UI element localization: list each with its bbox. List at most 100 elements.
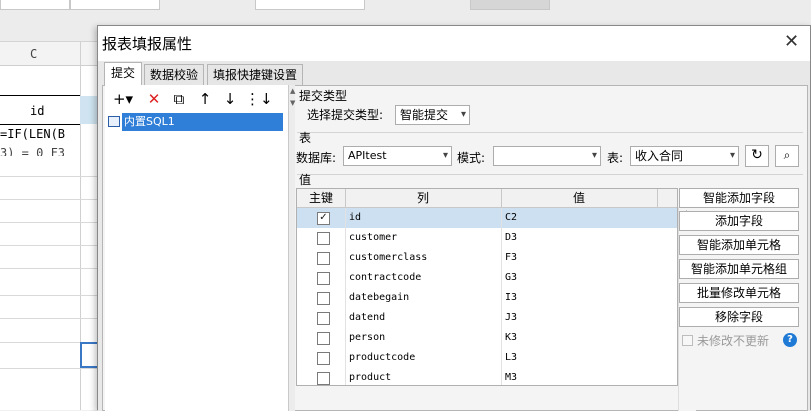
fill-properties-dialog: 报表填报属性 ✕ 提交 数据校验 填报快捷键设置 +▾ ✕ ⧉ ↑ ↓ ⋮↓ 内… <box>97 25 811 411</box>
id-cell[interactable]: id <box>0 95 80 125</box>
background-top-control <box>470 0 550 10</box>
column-cell[interactable]: contractcode <box>349 268 421 288</box>
column-cell[interactable]: customerclass <box>349 248 427 268</box>
sql-item-icon <box>108 116 120 127</box>
chevron-down-icon: ▾ <box>591 150 597 161</box>
dialog-title: 报表填报属性 <box>102 35 193 53</box>
tab-data-validation[interactable]: 数据校验 <box>144 64 204 86</box>
tab-submit[interactable]: 提交 <box>104 62 142 86</box>
primary-key-checkbox[interactable] <box>317 372 330 385</box>
close-icon[interactable]: ✕ <box>784 31 799 52</box>
refresh-icon[interactable]: ↻ <box>745 145 769 167</box>
unchanged-no-update-checkbox[interactable] <box>682 335 693 346</box>
mode-select[interactable]: ▾ <box>493 146 601 166</box>
table-row[interactable]: datend J3 <box>297 308 677 328</box>
search-table-icon[interactable]: ⌕ <box>775 145 799 167</box>
table-row[interactable]: product M3 <box>297 368 677 385</box>
column-cell[interactable]: product <box>349 368 391 385</box>
grid-line <box>0 176 100 177</box>
field-mapping-table: 主键 列 值 ✓ id C2 customer D3 customerclass… <box>296 188 678 386</box>
table-row[interactable]: person K3 <box>297 328 677 348</box>
value-cell[interactable]: K3 <box>505 328 517 348</box>
grid-line <box>0 368 100 369</box>
formula-cell-overflow: 3) = 0 F3 <box>0 146 66 156</box>
value-cell[interactable]: F3 <box>505 248 517 268</box>
move-up-icon[interactable]: ↑ <box>195 89 215 109</box>
value-cell[interactable]: D3 <box>505 228 517 248</box>
add-icon[interactable]: +▾ <box>111 89 135 109</box>
divider <box>297 132 803 133</box>
submit-type-section-label: 提交类型 <box>299 89 348 103</box>
primary-key-checkbox[interactable] <box>317 252 330 265</box>
table-section-label: 表 <box>299 131 312 145</box>
add-field-button[interactable]: 添加字段 <box>679 211 799 231</box>
background-top-control <box>255 0 365 10</box>
smart-add-cell-button[interactable]: 智能添加单元格 <box>679 235 799 255</box>
table-row[interactable]: productcode L3 <box>297 348 677 368</box>
divider <box>297 174 803 175</box>
table-row[interactable]: customer D3 <box>297 228 677 248</box>
background-top-control <box>0 0 70 10</box>
column-cell[interactable]: person <box>349 328 385 348</box>
column-header[interactable]: C <box>0 42 100 66</box>
grid-line <box>0 318 100 319</box>
mode-label: 模式: <box>457 151 486 165</box>
value-cell[interactable]: G3 <box>505 268 517 288</box>
smart-add-cell-group-button[interactable]: 智能添加单元格组 <box>679 259 799 279</box>
value-cell[interactable]: C2 <box>505 208 517 228</box>
primary-key-checkbox[interactable] <box>317 352 330 365</box>
primary-key-checkbox[interactable] <box>317 292 330 305</box>
submit-type-select[interactable]: 智能提交 ▾ <box>395 105 470 125</box>
primary-key-checkbox[interactable] <box>317 332 330 345</box>
column-cell[interactable]: datend <box>349 308 385 328</box>
table-label: 表: <box>607 151 624 165</box>
grid-line <box>0 199 100 200</box>
table-header: 主键 列 值 <box>297 189 677 208</box>
value-cell[interactable]: I3 <box>505 288 517 308</box>
delete-icon[interactable]: ✕ <box>143 89 165 109</box>
background-top-control <box>70 0 160 10</box>
grid-line <box>0 245 100 246</box>
move-bottom-icon[interactable]: ⋮↓ <box>245 89 273 109</box>
tab-shortcut-settings[interactable]: 填报快捷键设置 <box>207 64 303 86</box>
table-row[interactable]: customerclass F3 <box>297 248 677 268</box>
value-cell[interactable]: J3 <box>505 308 517 328</box>
grid-line <box>0 222 100 223</box>
column-cell[interactable]: productcode <box>349 348 415 368</box>
column-cell[interactable]: customer <box>349 228 397 248</box>
primary-key-checkbox[interactable] <box>317 232 330 245</box>
formula-cell[interactable]: =IF(LEN(B <box>0 127 80 141</box>
database-select[interactable]: APItest ▾ <box>343 146 452 166</box>
chevron-down-icon: ▾ <box>729 150 735 161</box>
column-header-value[interactable]: 值 <box>501 189 658 207</box>
grid-line <box>0 268 100 269</box>
unchanged-no-update-label: 未修改不更新 <box>697 334 770 348</box>
primary-key-checkbox[interactable] <box>317 312 330 325</box>
table-select[interactable]: 收入合同 ▾ <box>630 146 739 166</box>
copy-icon[interactable]: ⧉ <box>168 89 190 109</box>
column-cell[interactable]: datebegain <box>349 288 409 308</box>
tree-item-sql1[interactable]: 内置SQL1 <box>122 113 283 131</box>
value-cell[interactable]: L3 <box>505 348 517 368</box>
table-row[interactable]: contractcode G3 <box>297 268 677 288</box>
grid-line <box>0 295 100 296</box>
remove-field-button[interactable]: 移除字段 <box>679 307 799 327</box>
table-row[interactable]: ✓ id C2 <box>297 208 677 228</box>
chevron-down-icon: ▾ <box>460 109 466 120</box>
panel-splitter[interactable]: ▲ ▼ <box>289 85 295 411</box>
column-cell[interactable]: id <box>349 208 361 228</box>
batch-modify-cell-button[interactable]: 批量修改单元格 <box>679 283 799 303</box>
sql-list-panel <box>105 85 289 411</box>
column-header-key[interactable]: 主键 <box>297 189 346 207</box>
help-icon[interactable]: ? <box>783 333 797 347</box>
value-section-label: 值 <box>299 173 312 187</box>
primary-key-checkbox[interactable] <box>317 272 330 285</box>
table-row[interactable]: datebegain I3 <box>297 288 677 308</box>
value-cell[interactable]: M3 <box>505 368 517 385</box>
submit-type-label: 选择提交类型: <box>307 108 384 122</box>
primary-key-checkbox[interactable]: ✓ <box>317 212 330 225</box>
database-label: 数据库: <box>296 151 337 165</box>
column-header-column[interactable]: 列 <box>345 189 502 207</box>
move-down-icon[interactable]: ↓ <box>220 89 240 109</box>
smart-add-field-button[interactable]: 智能添加字段 <box>679 188 799 208</box>
